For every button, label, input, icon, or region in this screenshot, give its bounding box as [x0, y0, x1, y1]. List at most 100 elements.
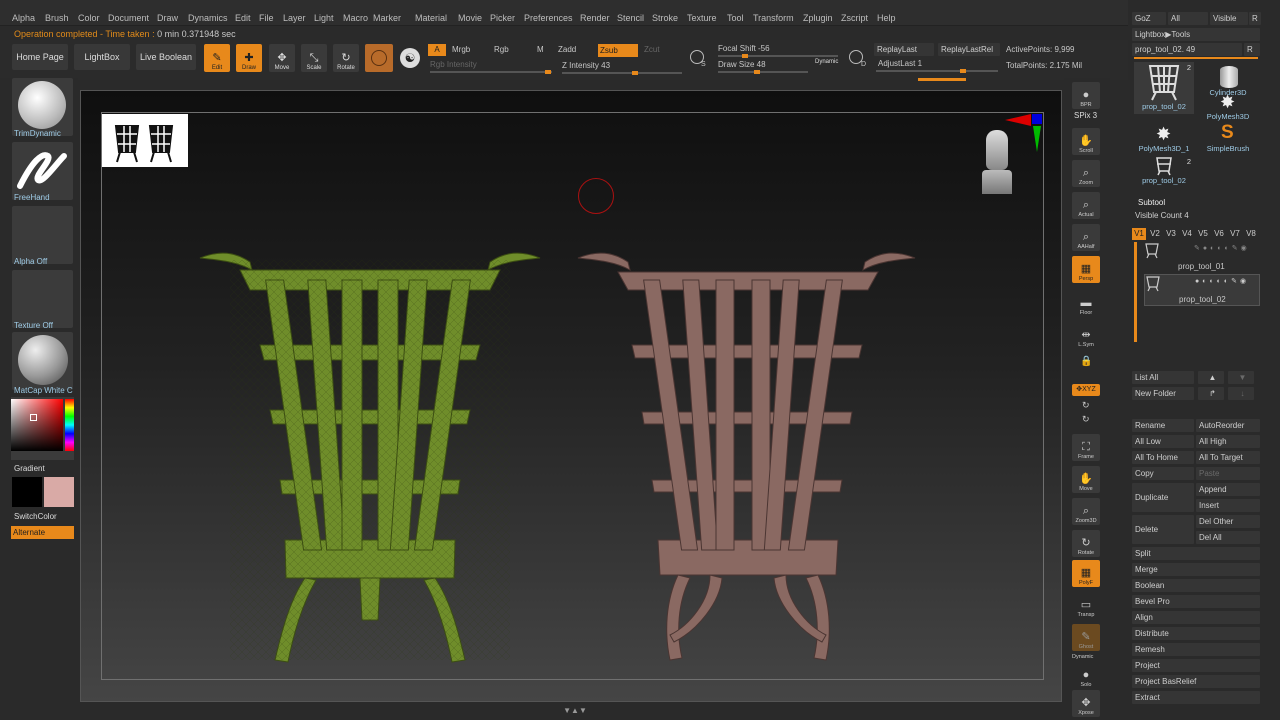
visibility-set-v7[interactable]: V7	[1228, 228, 1242, 240]
menu-file[interactable]: File	[259, 13, 274, 23]
rgb-intensity-slider[interactable]: Rgb Intensity	[430, 60, 477, 69]
clay-basket-model[interactable]	[570, 240, 930, 670]
menu-picker[interactable]: Picker	[490, 13, 515, 23]
tool-tile-simplebrush[interactable]: S SimpleBrush	[1198, 122, 1258, 176]
tool-tile-prop-tool-02[interactable]: prop_tool_02 2	[1134, 62, 1194, 114]
all-low-button[interactable]: All Low	[1132, 435, 1194, 448]
move-button[interactable]: ✥ Move	[269, 44, 295, 72]
replay-last-button[interactable]: ReplayLast	[874, 43, 934, 56]
rename-button[interactable]: Rename	[1132, 419, 1194, 432]
a-toggle[interactable]: A	[428, 44, 446, 56]
all-high-button[interactable]: All High	[1196, 435, 1260, 448]
folder-remove-icon[interactable]: ↓	[1228, 387, 1254, 400]
visibility-set-v1[interactable]: V1	[1132, 228, 1146, 240]
visibility-set-v8[interactable]: V8	[1244, 228, 1258, 240]
visibility-set-v2[interactable]: V2	[1148, 228, 1162, 240]
lsym-button[interactable]: ⇹ L.Sym	[1072, 322, 1100, 349]
move-view-button[interactable]: ✋ Move	[1072, 466, 1100, 493]
menu-tool[interactable]: Tool	[727, 13, 744, 23]
insert-button[interactable]: Insert	[1196, 499, 1260, 512]
z-intensity-track[interactable]	[562, 71, 682, 75]
paste-button[interactable]: Paste	[1196, 467, 1260, 480]
rotate-button[interactable]: ↻ Rotate	[333, 44, 359, 72]
axis-gizmo-icon[interactable]	[1005, 112, 1045, 154]
rotate-view-button[interactable]: ↻ Rotate	[1072, 530, 1100, 557]
switch-color-button[interactable]: SwitchColor	[14, 512, 57, 521]
project-menu[interactable]: Project	[1132, 659, 1260, 672]
merge-menu[interactable]: Merge	[1132, 563, 1260, 576]
polyf-button[interactable]: ▦ PolyF	[1072, 560, 1100, 587]
lightbox-button[interactable]: LightBox	[74, 44, 130, 70]
scroll-button[interactable]: ✋ Scroll	[1072, 128, 1100, 155]
live-boolean-button[interactable]: Live Boolean	[136, 44, 196, 70]
append-button[interactable]: Append	[1196, 483, 1260, 496]
zoom-button[interactable]: ⌕ Zoom	[1072, 160, 1100, 187]
menu-preferences[interactable]: Preferences	[524, 13, 573, 23]
subtool-toggles-icon[interactable]: ●◐◐◐◐✎◉	[1195, 277, 1249, 285]
draw-size-track[interactable]	[718, 70, 808, 74]
goz-visible-button[interactable]: Visible	[1210, 12, 1248, 25]
brush-selector[interactable]	[12, 78, 73, 136]
menu-marker[interactable]: Marker	[373, 13, 401, 23]
floor-button[interactable]: ▬ Floor	[1072, 290, 1100, 317]
new-folder-button[interactable]: New Folder	[1132, 387, 1194, 400]
subtool-toggles-icon[interactable]: ✎●◐◐◐✎◉	[1194, 244, 1250, 252]
m-toggle[interactable]: M	[537, 45, 544, 54]
menu-zscript[interactable]: Zscript	[841, 13, 868, 23]
material-swatch-button[interactable]	[365, 44, 393, 72]
subtool-item-02[interactable]: prop_tool_02 ●◐◐◐◐✎◉	[1144, 274, 1260, 306]
menu-brush[interactable]: Brush	[45, 13, 69, 23]
aahalf-button[interactable]: ⌕ AAHalf	[1072, 224, 1100, 251]
lock-icon[interactable]: 🔒	[1080, 356, 1092, 367]
menu-material[interactable]: Material	[415, 13, 447, 23]
xyz-button[interactable]: ✥XYZ	[1072, 384, 1100, 396]
menu-stencil[interactable]: Stencil	[617, 13, 644, 23]
delete-button[interactable]: Delete	[1132, 515, 1194, 544]
align-menu[interactable]: Align	[1132, 611, 1260, 624]
menu-edit[interactable]: Edit	[235, 13, 251, 23]
edit-button[interactable]: ✎ Edit	[204, 44, 230, 72]
xpose-button[interactable]: ✥ Xpose	[1072, 690, 1100, 717]
frame-button[interactable]: ⛶ Frame	[1072, 434, 1100, 461]
spotlight-icon[interactable]: ☯	[400, 48, 420, 68]
secondary-color-swatch[interactable]	[12, 477, 42, 507]
actual-button[interactable]: ⌕ Actual	[1072, 192, 1100, 219]
subtool-header[interactable]: Subtool	[1138, 198, 1165, 207]
visibility-set-v3[interactable]: V3	[1164, 228, 1178, 240]
menu-transform[interactable]: Transform	[753, 13, 794, 23]
rgb-intensity-track[interactable]	[430, 70, 552, 74]
list-all-button[interactable]: List All	[1132, 371, 1194, 384]
project-basrelief-menu[interactable]: Project BasRelief	[1132, 675, 1260, 688]
extract-menu[interactable]: Extract	[1132, 691, 1260, 704]
menu-alpha[interactable]: Alpha	[12, 13, 35, 23]
stroke-selector[interactable]	[12, 142, 73, 200]
draw-size-slider[interactable]: Draw Size 48	[718, 60, 766, 69]
rgb-toggle[interactable]: Rgb	[494, 45, 509, 54]
goz-all-button[interactable]: All	[1168, 12, 1208, 25]
ghost-button[interactable]: ✎ Ghost	[1072, 624, 1100, 651]
draw-button[interactable]: ✚ Draw	[236, 44, 262, 72]
color-picker[interactable]	[11, 397, 74, 460]
rotate-y-icon[interactable]: ↻	[1082, 400, 1090, 411]
green-basket-model[interactable]	[190, 240, 550, 670]
rotate-z-icon[interactable]: ↻	[1082, 414, 1090, 425]
tool-r-button[interactable]: R	[1244, 43, 1260, 56]
del-other-button[interactable]: Del Other	[1196, 515, 1260, 528]
zadd-toggle[interactable]: Zadd	[558, 45, 576, 54]
scale-button[interactable]: ⤡ Scale	[301, 44, 327, 72]
duplicate-button[interactable]: Duplicate	[1132, 483, 1194, 512]
replay-last-rel-button[interactable]: ReplayLastRel	[938, 43, 1000, 56]
visibility-set-v5[interactable]: V5	[1196, 228, 1210, 240]
goz-r-button[interactable]: R	[1249, 12, 1261, 25]
focal-shift-slider[interactable]: Focal Shift -56	[718, 44, 770, 53]
menu-stroke[interactable]: Stroke	[652, 13, 678, 23]
solo-button[interactable]: ● Solo	[1072, 662, 1100, 689]
visibility-set-v6[interactable]: V6	[1212, 228, 1226, 240]
boolean-menu[interactable]: Boolean	[1132, 579, 1260, 592]
zsub-toggle[interactable]: Zsub	[598, 44, 638, 57]
menu-color[interactable]: Color	[78, 13, 100, 23]
bpr-button[interactable]: ● BPR	[1072, 82, 1100, 109]
persp-button[interactable]: ▦ Persp	[1072, 256, 1100, 283]
menu-document[interactable]: Document	[108, 13, 149, 23]
goz-button[interactable]: GoZ	[1132, 12, 1166, 25]
